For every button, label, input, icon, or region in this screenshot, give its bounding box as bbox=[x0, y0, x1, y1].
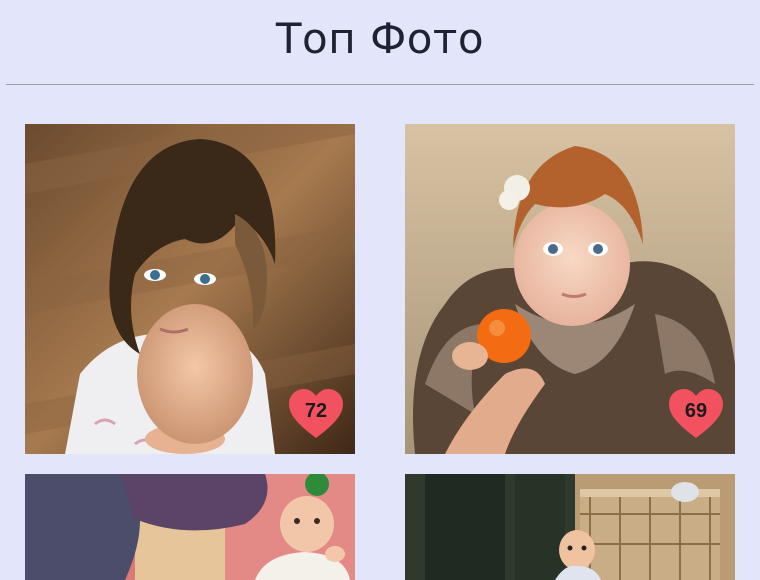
photo-card[interactable]: 69 bbox=[405, 124, 735, 454]
photo-card[interactable] bbox=[405, 474, 735, 580]
like-badge[interactable]: 72 bbox=[287, 388, 345, 440]
page-header: Топ Фото bbox=[0, 0, 760, 85]
photo-image bbox=[405, 474, 735, 580]
like-count: 69 bbox=[684, 400, 708, 422]
photo-card[interactable] bbox=[25, 474, 355, 580]
like-badge[interactable]: 69 bbox=[667, 388, 725, 440]
like-count: 72 bbox=[304, 400, 328, 422]
photo-card[interactable]: 72 bbox=[25, 124, 355, 454]
photo-image bbox=[25, 474, 355, 580]
page-title: Топ Фото bbox=[275, 14, 485, 63]
header-divider bbox=[6, 84, 754, 85]
